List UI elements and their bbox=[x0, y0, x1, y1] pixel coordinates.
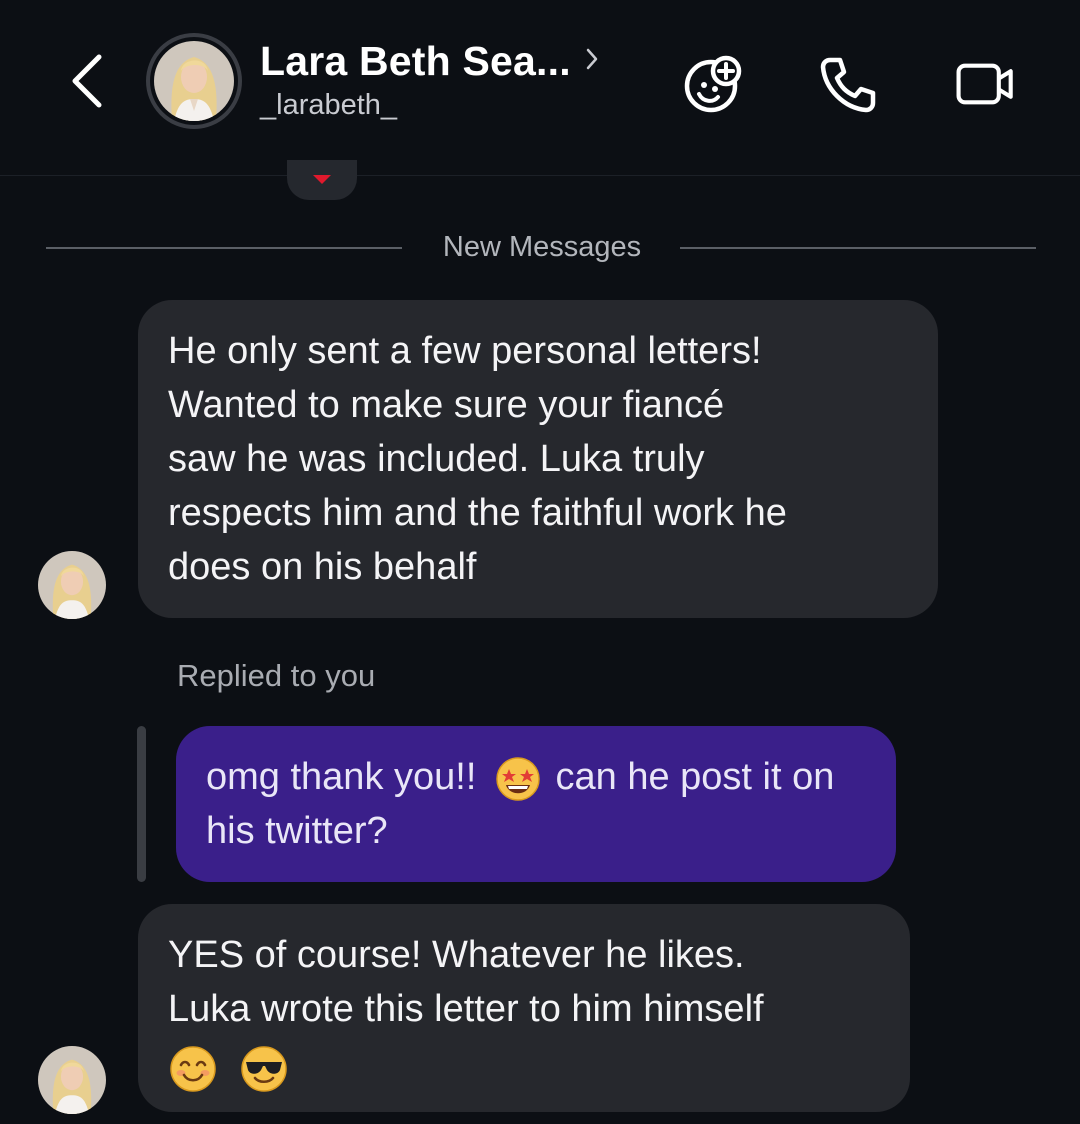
message-bubble-incoming[interactable]: YES of course! Whatever he likes. Luka w… bbox=[138, 904, 910, 1112]
chevron-left-icon bbox=[72, 54, 102, 108]
sunglasses-face-emoji-icon bbox=[240, 1046, 287, 1092]
heart-icon bbox=[313, 175, 331, 184]
video-camera-icon bbox=[956, 63, 1013, 105]
contact-avatar[interactable] bbox=[146, 33, 242, 129]
reply-indicator-bar bbox=[137, 726, 146, 882]
sender-avatar[interactable] bbox=[38, 551, 106, 619]
message-text-line: Luka wrote this letter to him himself bbox=[168, 988, 764, 1030]
message-bubble-outgoing[interactable]: omg thank you!! can he post it on his tw… bbox=[176, 726, 896, 882]
add-emoji-button[interactable] bbox=[682, 52, 746, 116]
message-text-line: his twitter? bbox=[206, 810, 388, 852]
contact-title[interactable]: Lara Beth Sea... _larabeth_ bbox=[260, 38, 599, 122]
divider-line-right bbox=[680, 247, 1036, 249]
avatar-image bbox=[154, 41, 234, 121]
reaction-pill[interactable] bbox=[287, 160, 357, 200]
divider-line-left bbox=[46, 247, 402, 249]
message-text-line: can he post it on bbox=[555, 756, 835, 798]
star-struck-emoji-icon bbox=[496, 757, 540, 801]
replied-to-you-label: Replied to you bbox=[177, 658, 376, 693]
phone-icon bbox=[820, 57, 876, 113]
new-messages-label: New Messages bbox=[442, 231, 642, 263]
message-text-line: saw he was included. Luka truly bbox=[168, 438, 705, 480]
contact-name: Lara Beth Sea... bbox=[260, 38, 571, 84]
voice-call-button[interactable] bbox=[816, 52, 880, 116]
smiley-plus-icon bbox=[684, 55, 742, 113]
message-text-line: YES of course! Whatever he likes. bbox=[168, 934, 745, 976]
video-call-button[interactable] bbox=[954, 52, 1018, 116]
message-text-line: Wanted to make sure your fiancé bbox=[168, 384, 725, 426]
message-text-line: He only sent a few personal letters! bbox=[168, 330, 762, 372]
chevron-right-icon bbox=[586, 48, 598, 69]
smiling-face-emoji-icon bbox=[170, 1046, 216, 1092]
message-text-line: respects him and the faithful work he bbox=[168, 492, 787, 534]
sender-avatar[interactable] bbox=[38, 1046, 106, 1114]
back-button[interactable] bbox=[62, 50, 112, 112]
message-text-line: omg thank you!! bbox=[206, 756, 477, 798]
message-bubble-incoming[interactable]: He only sent a few personal letters! Wan… bbox=[138, 300, 938, 618]
contact-handle: _larabeth_ bbox=[260, 89, 398, 121]
message-text-line: does on his behalf bbox=[168, 546, 477, 588]
chat-header: Lara Beth Sea... _larabeth_ bbox=[0, 0, 1080, 176]
